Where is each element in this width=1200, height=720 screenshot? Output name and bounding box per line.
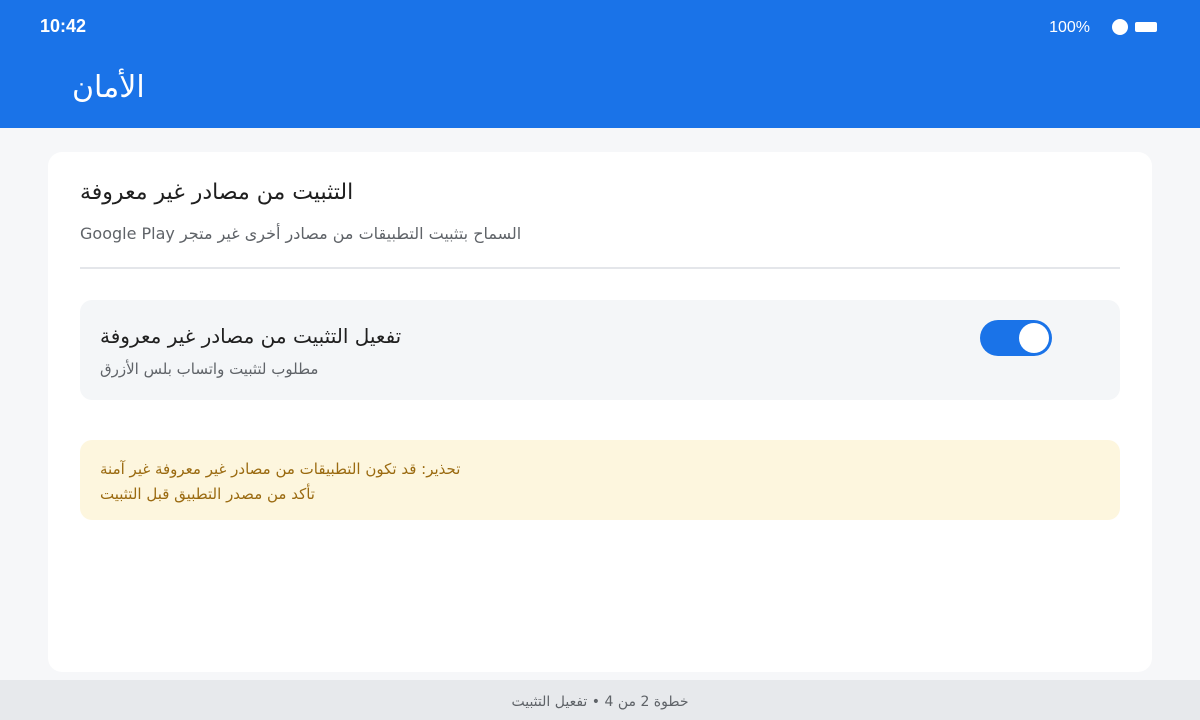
warning-box: تحذير: قد تكون التطبيقات من مصادر غير مع… xyxy=(80,440,1120,520)
unknown-sources-toggle-row[interactable]: تفعيل التثبيت من مصادر غير معروفة مطلوب … xyxy=(80,300,1120,400)
battery-icon xyxy=(1135,21,1157,32)
unknown-sources-switch[interactable] xyxy=(980,320,1052,356)
section-title: التثبيت من مصادر غير معروفة xyxy=(80,180,354,205)
settings-card: التثبيت من مصادر غير معروفة السماح بتثبي… xyxy=(48,152,1152,672)
page-title: الأمان xyxy=(72,70,145,105)
divider xyxy=(80,267,1120,269)
status-icons: 100% xyxy=(1049,16,1157,37)
warning-hint: تأكد من مصدر التطبيق قبل التثبيت xyxy=(100,485,315,503)
status-time: 10:42 xyxy=(40,16,87,36)
footer-bar: خطوة 2 من 4 • تفعيل التثبيت xyxy=(0,680,1200,720)
warning-text: تحذير: قد تكون التطبيقات من مصادر غير مع… xyxy=(100,460,461,478)
status-dot-icon xyxy=(1112,18,1128,35)
step-indicator: خطوة 2 من 4 • تفعيل التثبيت xyxy=(511,694,689,710)
top-app-bar: 10:42 100% الأمان xyxy=(0,0,1200,128)
switch-knob xyxy=(1019,323,1049,353)
toggle-label: تفعيل التثبيت من مصادر غير معروفة xyxy=(100,324,402,348)
battery-percent: 100% xyxy=(1049,19,1090,36)
section-description: السماح بتثبيت التطبيقات من مصادر أخرى غي… xyxy=(80,224,522,243)
toggle-sublabel: مطلوب لتثبيت واتساب بلس الأزرق xyxy=(100,360,319,378)
